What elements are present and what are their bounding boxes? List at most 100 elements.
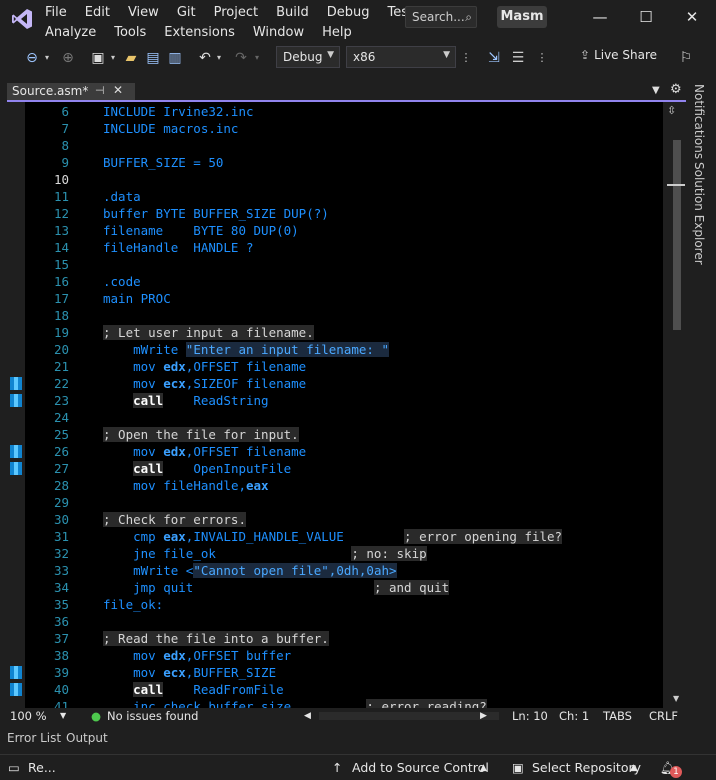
undo-icon[interactable]: ↶	[196, 48, 214, 68]
redo-dropdown-icon[interactable]: ▾	[252, 48, 262, 68]
code-line[interactable]: .code	[103, 273, 663, 290]
code-line[interactable]: INCLUDE macros.inc	[103, 120, 663, 137]
zoom-level[interactable]: 100 %	[10, 709, 47, 723]
solution-name-badge[interactable]: Masm	[497, 6, 547, 28]
menu-edit[interactable]: Edit	[85, 3, 120, 22]
save-icon[interactable]: ▤	[144, 48, 162, 68]
gear-icon[interactable]: ⚙	[670, 82, 682, 97]
toolbar-overflow-icon[interactable]: ⋮	[460, 48, 472, 68]
solution-explorer-tab[interactable]: Solution Explorer	[692, 162, 706, 265]
redo-icon[interactable]: ↷	[232, 48, 250, 68]
code-line[interactable]: jmp quit ; and quit	[103, 579, 663, 596]
search-box[interactable]: Search... ⌕	[405, 6, 477, 28]
code-line[interactable]	[103, 256, 663, 273]
code-line[interactable]: mov edx,OFFSET filename	[103, 358, 663, 375]
code-line[interactable]: call ReadFromFile	[103, 681, 663, 698]
code-line[interactable]: mWrite <"Cannot open file",0dh,0ah>	[103, 562, 663, 579]
solution-platform-select[interactable]: x86 ▼	[346, 46, 456, 68]
minimize-icon[interactable]: —	[590, 8, 610, 28]
line-indicator[interactable]: Ln: 10	[512, 709, 548, 723]
close-tab-icon[interactable]: ✕	[113, 83, 123, 97]
notifications-tab[interactable]: Notifications	[692, 84, 706, 159]
vertical-scrollbar[interactable]: ⇳ ▼	[663, 102, 686, 708]
solution-configuration-select[interactable]: Debug ▼	[276, 46, 340, 68]
live-share-button[interactable]: ⇪ Live Share	[580, 48, 657, 62]
code-line[interactable]	[103, 494, 663, 511]
menu-git[interactable]: Git	[177, 3, 206, 22]
step-icon[interactable]: ⇲	[484, 48, 504, 68]
code-line[interactable]: main PROC	[103, 290, 663, 307]
menu-extensions[interactable]: Extensions	[164, 23, 245, 42]
code-line[interactable]: call ReadString	[103, 392, 663, 409]
menu-tools[interactable]: Tools	[114, 23, 156, 42]
code-line[interactable]: .data	[103, 188, 663, 205]
code-line[interactable]: filename BYTE 80 DUP(0)	[103, 222, 663, 239]
code-line[interactable]: INCLUDE Irvine32.inc	[103, 103, 663, 120]
scroll-left-icon[interactable]: ◀	[304, 711, 311, 721]
code-editor[interactable]: INCLUDE Irvine32.inc INCLUDE macros.inc BU…	[7, 102, 686, 708]
tabs-indicator[interactable]: TABS	[603, 709, 632, 723]
code-line[interactable]: file_ok:	[103, 596, 663, 613]
code-line[interactable]	[103, 613, 663, 630]
code-line[interactable]: BUFFER_SIZE = 50	[103, 154, 663, 171]
code-line[interactable]: call OpenInputFile	[103, 460, 663, 477]
toolbar-overflow-icon-2[interactable]: ⋮	[536, 48, 548, 68]
code-line[interactable]: ; Read the file into a buffer.	[103, 630, 663, 647]
chevron-up-icon[interactable]: ▲	[480, 763, 487, 773]
open-folder-icon[interactable]: ▰	[122, 48, 140, 68]
menu-file[interactable]: File	[45, 3, 77, 22]
code-line[interactable]	[103, 171, 663, 188]
split-icon[interactable]: ⇳	[667, 104, 676, 117]
code-line[interactable]: ; Let user input a filename.	[103, 324, 663, 341]
line-ending-indicator[interactable]: CRLF	[649, 709, 678, 723]
pin-icon[interactable]: ⊣	[95, 84, 105, 97]
code-text-area[interactable]: INCLUDE Irvine32.inc INCLUDE macros.inc BU…	[103, 102, 663, 708]
forward-icon[interactable]: ⊕	[58, 48, 78, 68]
menu-window[interactable]: Window	[253, 23, 314, 42]
menu-help[interactable]: Help	[322, 23, 362, 42]
menu-build[interactable]: Build	[276, 3, 319, 22]
code-line[interactable]: cmp eax,INVALID_HANDLE_VALUE ; error ope…	[103, 528, 663, 545]
menu-debug[interactable]: Debug	[327, 3, 380, 22]
tab-output[interactable]: Output	[66, 731, 108, 745]
align-icon[interactable]: ☰	[508, 48, 528, 68]
save-all-icon[interactable]: ▥	[166, 48, 184, 68]
code-line[interactable]: buffer BYTE BUFFER_SIZE DUP(?)	[103, 205, 663, 222]
feedback-icon[interactable]: ⚐	[676, 48, 696, 68]
code-line[interactable]	[103, 409, 663, 426]
scroll-right-icon[interactable]: ▶	[480, 711, 487, 721]
code-line[interactable]: mov edx,OFFSET buffer	[103, 647, 663, 664]
code-line[interactable]	[103, 137, 663, 154]
scroll-down-icon[interactable]: ▼	[673, 694, 679, 703]
add-to-source-control[interactable]: Add to Source Control	[352, 760, 489, 775]
new-dropdown-icon[interactable]: ▾	[108, 48, 118, 68]
tab-error-list[interactable]: Error List	[7, 731, 61, 745]
undo-dropdown-icon[interactable]: ▾	[214, 48, 224, 68]
code-line[interactable]: inc check buffer size ; error reading?	[103, 698, 663, 708]
chevron-up-icon[interactable]: ▲	[630, 763, 637, 773]
code-line[interactable]: ; Open the file for input.	[103, 426, 663, 443]
back-icon[interactable]: ⊖	[22, 48, 42, 68]
code-line[interactable]: ; Check for errors.	[103, 511, 663, 528]
visual-studio-logo-icon[interactable]	[10, 7, 34, 31]
zoom-dropdown-icon[interactable]: ▼	[60, 711, 66, 720]
select-repository[interactable]: Select Repository	[532, 760, 641, 775]
maximize-icon[interactable]: ☐	[636, 8, 656, 28]
char-indicator[interactable]: Ch: 1	[559, 709, 589, 723]
close-window-icon[interactable]: ✕	[682, 8, 702, 28]
tab-list-dropdown-icon[interactable]: ▼	[652, 85, 660, 96]
code-line[interactable]: mov edx,OFFSET filename	[103, 443, 663, 460]
issues-status[interactable]: No issues found	[107, 709, 198, 723]
menu-view[interactable]: View	[128, 3, 169, 22]
menu-project[interactable]: Project	[214, 3, 268, 22]
code-line[interactable]: mov fileHandle,eax	[103, 477, 663, 494]
back-dropdown-icon[interactable]: ▾	[42, 48, 52, 68]
scroll-thumb[interactable]	[673, 140, 681, 330]
code-line[interactable]: mov ecx,SIZEOF filename	[103, 375, 663, 392]
code-line[interactable]: mWrite "Enter an input filename: "	[103, 341, 663, 358]
code-line[interactable]	[103, 307, 663, 324]
new-project-icon[interactable]: ▣	[88, 48, 108, 68]
menu-analyze[interactable]: Analyze	[45, 23, 106, 42]
horizontal-scrollbar[interactable]	[319, 712, 499, 720]
code-line[interactable]: jne file_ok ; no: skip	[103, 545, 663, 562]
